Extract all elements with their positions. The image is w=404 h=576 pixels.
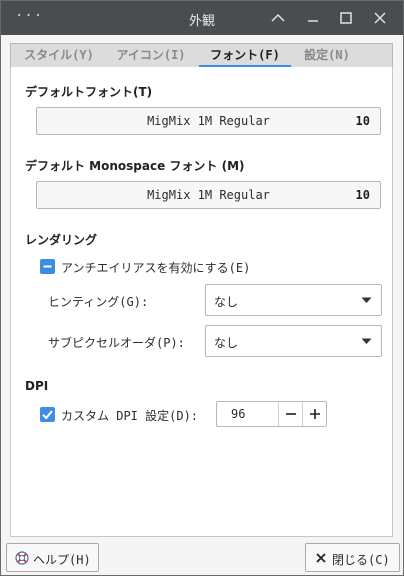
collapse-button[interactable] bbox=[266, 6, 290, 30]
dpi-spinbox[interactable]: 96 bbox=[216, 401, 327, 427]
default-font-name: MigMix 1M Regular bbox=[147, 114, 270, 128]
dpi-value[interactable]: 96 bbox=[231, 407, 245, 421]
tab-settings[interactable]: 設定(N) bbox=[295, 44, 359, 67]
default-font-heading: デフォルトフォント(T) bbox=[25, 85, 153, 99]
maximize-button[interactable] bbox=[334, 6, 358, 30]
maximize-icon bbox=[340, 12, 352, 24]
tab-style[interactable]: スタイル(Y) bbox=[15, 44, 103, 67]
dropdown-arrow-icon bbox=[361, 338, 372, 344]
default-font-size: 10 bbox=[355, 114, 370, 128]
close-icon bbox=[374, 12, 386, 24]
tab-fonts[interactable]: フォント(F) bbox=[199, 44, 291, 68]
subpixel-select[interactable]: なし bbox=[205, 325, 382, 357]
tab-icons[interactable]: アイコン(I) bbox=[109, 44, 193, 67]
antialias-checkbox[interactable] bbox=[40, 259, 55, 274]
close-label: 閉じる(C) bbox=[332, 553, 390, 567]
minimize-button[interactable] bbox=[301, 6, 325, 30]
chevron-up-icon bbox=[271, 13, 285, 22]
hinting-select[interactable]: なし bbox=[205, 284, 382, 316]
close-button[interactable]: 閉じる(C) bbox=[305, 543, 400, 572]
hinting-value: なし bbox=[214, 295, 239, 309]
monospace-font-heading: デフォルト Monospace フォント (M) bbox=[25, 159, 245, 173]
dpi-decrement-button[interactable] bbox=[278, 402, 303, 426]
monospace-font-size: 10 bbox=[355, 188, 370, 202]
dpi-heading: DPI bbox=[25, 379, 49, 393]
help-button[interactable]: ヘルプ(H) bbox=[6, 543, 99, 572]
tab-bar: スタイル(Y) アイコン(I) フォント(F) 設定(N) bbox=[10, 43, 393, 68]
antialias-label: アンチエイリアスを有効にする(E) bbox=[61, 261, 251, 275]
help-label: ヘルプ(H) bbox=[33, 553, 91, 567]
minimize-icon bbox=[308, 20, 318, 22]
dropdown-arrow-icon bbox=[361, 297, 372, 303]
plus-icon bbox=[310, 409, 320, 419]
custom-dpi-label: カスタム DPI 設定(D): bbox=[61, 409, 199, 423]
subpixel-label: サブピクセルオーダ(P): bbox=[48, 336, 185, 350]
default-font-button[interactable]: MigMix 1M Regular 10 bbox=[36, 107, 381, 135]
close-icon bbox=[316, 553, 326, 563]
indeterminate-icon bbox=[43, 265, 52, 268]
lifebuoy-icon bbox=[15, 551, 29, 565]
custom-dpi-checkbox[interactable] bbox=[40, 407, 55, 422]
titlebar: ··· 外観 bbox=[1, 1, 403, 35]
dpi-increment-button[interactable] bbox=[302, 402, 327, 426]
rendering-heading: レンダリング bbox=[25, 233, 98, 247]
monospace-font-name: MigMix 1M Regular bbox=[147, 188, 270, 202]
appearance-window: ··· 外観 スタイル(Y) アイコン(I) フォント(F) 設定(N) デフォ… bbox=[0, 0, 404, 576]
subpixel-value: なし bbox=[214, 336, 239, 350]
close-window-button[interactable] bbox=[368, 6, 392, 30]
minus-icon bbox=[286, 413, 296, 415]
checkmark-icon bbox=[42, 410, 53, 420]
monospace-font-button[interactable]: MigMix 1M Regular 10 bbox=[36, 181, 381, 209]
hinting-label: ヒンティング(G): bbox=[48, 295, 149, 309]
